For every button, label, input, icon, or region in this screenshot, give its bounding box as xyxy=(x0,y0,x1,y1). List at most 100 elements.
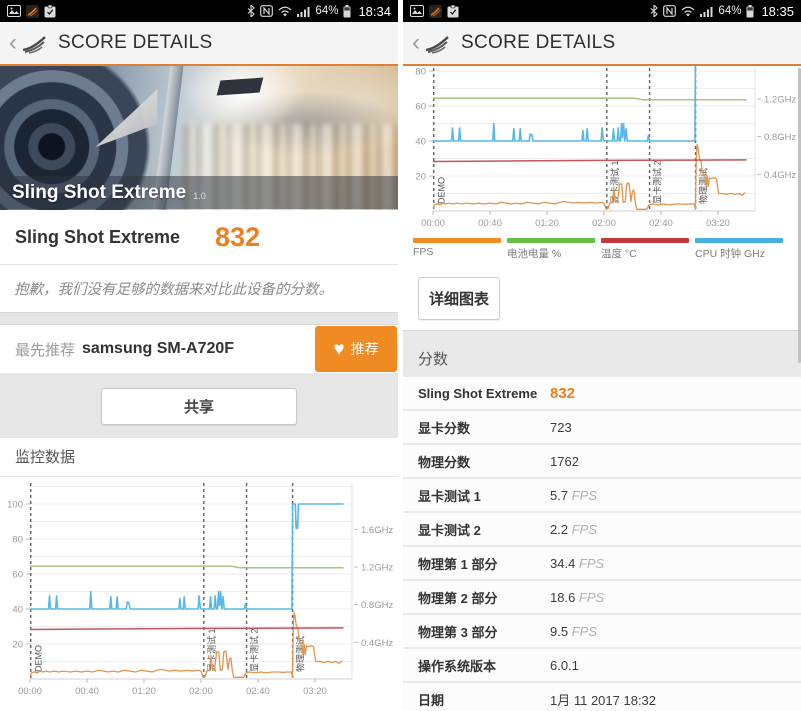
svg-text:00:00: 00:00 xyxy=(421,218,445,229)
share-button[interactable]: 共享 xyxy=(101,388,297,425)
battery-icon xyxy=(746,5,754,18)
row-label: Sling Shot Extreme xyxy=(403,386,537,401)
scores-section-header: 分数 xyxy=(403,330,801,377)
recommend-button-label: 推荐 xyxy=(351,339,379,359)
svg-text:显卡测试 2: 显卡测试 2 xyxy=(249,628,260,672)
row-value: 723 xyxy=(550,420,572,435)
svg-text:02:00: 02:00 xyxy=(592,218,616,229)
svg-text:20: 20 xyxy=(415,172,426,183)
wifi-icon xyxy=(681,6,695,17)
row-value: 5.7 FPS xyxy=(550,488,597,503)
app-header: ‹ SCORE DETAILS xyxy=(403,22,801,64)
clipboard-icon xyxy=(44,5,56,18)
recommend-device: samsung SM-A720F xyxy=(82,340,234,358)
legend-color-bar xyxy=(413,238,501,243)
notice-text: 抱歉，我们没有足够的数据来对比此设备的分数。 xyxy=(14,278,333,299)
svg-text:20: 20 xyxy=(12,640,23,651)
row-label: 物理第 2 部分 xyxy=(403,588,497,607)
row-label: 物理分数 xyxy=(403,452,470,471)
scores-section-title: 分数 xyxy=(418,351,448,368)
svg-text:40: 40 xyxy=(415,137,426,148)
monitoring-chart: 204060801000.4GHz0.8GHz1.2GHz1.6GHz00:00… xyxy=(0,477,398,705)
bluetooth-icon xyxy=(650,5,658,17)
svg-text:DEMO: DEMO xyxy=(437,177,447,204)
svg-text:00:40: 00:40 xyxy=(75,686,99,697)
svg-text:0.4GHz: 0.4GHz xyxy=(361,638,393,649)
row-value: 1762 xyxy=(550,454,579,469)
section-divider xyxy=(0,312,398,325)
recommend-button[interactable]: ♥ 推荐 xyxy=(315,326,397,372)
svg-text:DEMO: DEMO xyxy=(34,645,44,672)
row-label: 显卡分数 xyxy=(403,418,470,437)
svg-text:01:20: 01:20 xyxy=(535,218,559,229)
table-row: 物理分数 1762 xyxy=(403,445,801,477)
row-label: 显卡测试 1 xyxy=(403,486,481,505)
row-unit: FPS xyxy=(568,488,597,503)
monitoring-chart: 204060800.4GHz0.8GHz1.2GHz00:0000:4001:2… xyxy=(403,66,801,230)
no-comparison-notice: 抱歉，我们没有足够的数据来对比此设备的分数。 xyxy=(0,265,398,312)
svg-text:100: 100 xyxy=(7,500,23,511)
table-row: 操作系统版本6.0.1 xyxy=(403,649,801,681)
legend-color-bar xyxy=(601,238,689,243)
table-row: Sling Shot Extreme 832 xyxy=(403,377,801,409)
svg-text:01:20: 01:20 xyxy=(132,686,156,697)
monitor-section-title: 监控数据 xyxy=(0,438,398,477)
score-table: Sling Shot Extreme 832 显卡分数 723 物理分数 1762 显卡测试… xyxy=(403,377,801,711)
gallery-icon xyxy=(7,5,21,17)
back-icon[interactable]: ‹ xyxy=(412,31,420,55)
app-header: ‹ SCORE DETAILS xyxy=(0,22,398,64)
row-label: 物理第 3 部分 xyxy=(403,622,497,641)
back-icon[interactable]: ‹ xyxy=(9,31,17,55)
row-value: 34.4 FPS xyxy=(550,556,604,571)
svg-text:1.2GHz: 1.2GHz xyxy=(764,95,796,106)
threedmark-logo-icon xyxy=(21,33,48,54)
nfc-icon xyxy=(663,5,676,17)
detail-chart-row: 详细图表 xyxy=(403,266,801,330)
detail-chart-button[interactable]: 详细图表 xyxy=(418,277,500,320)
battery-icon xyxy=(343,5,351,18)
svg-text:1.6GHz: 1.6GHz xyxy=(361,525,393,536)
legend-item: 温度 °C xyxy=(601,238,689,266)
hero-image: Sling Shot Extreme 1.0 xyxy=(0,66,398,210)
hero-title-band: Sling Shot Extreme 1.0 xyxy=(0,176,398,209)
battery-percent: 64% xyxy=(315,5,338,17)
row-value: 2.2 FPS xyxy=(550,522,597,537)
battery-percent: 64% xyxy=(718,5,741,17)
status-bar: 64% 18:35 xyxy=(403,0,801,22)
table-row: 物理第 2 部分 18.6 FPS xyxy=(403,581,801,613)
svg-text:0.4GHz: 0.4GHz xyxy=(764,170,796,181)
row-label: 操作系统版本 xyxy=(403,656,496,675)
legend-item: 电池电量 % xyxy=(507,238,595,266)
svg-text:00:40: 00:40 xyxy=(478,218,502,229)
share-section: 共享 xyxy=(0,373,398,438)
legend-item: FPS xyxy=(413,238,501,266)
threedmark-icon xyxy=(26,5,39,18)
svg-text:60: 60 xyxy=(415,102,426,113)
hero-benchmark-version: 1.0 xyxy=(193,191,206,201)
hero-pyramid-art xyxy=(96,89,158,147)
table-row: 日期1月 11 2017 18:32 xyxy=(403,683,801,711)
page-title: SCORE DETAILS xyxy=(461,32,616,54)
row-value: 832 xyxy=(550,385,575,402)
svg-text:40: 40 xyxy=(12,605,23,616)
signal-icon xyxy=(297,6,310,17)
main-score-value: 832 xyxy=(215,222,260,253)
nfc-icon xyxy=(260,5,273,17)
legend-color-bar xyxy=(507,238,595,243)
legend-label: FPS xyxy=(413,246,501,258)
status-bar-clock: 18:35 xyxy=(761,4,794,19)
main-score-label: Sling Shot Extreme xyxy=(15,227,180,248)
row-unit: FPS xyxy=(575,556,604,571)
svg-text:0.8GHz: 0.8GHz xyxy=(764,132,796,143)
row-value: 9.5 FPS xyxy=(550,624,597,639)
clipboard-icon xyxy=(447,5,459,18)
svg-text:02:00: 02:00 xyxy=(189,686,213,697)
svg-text:02:40: 02:40 xyxy=(246,686,270,697)
row-label: 物理第 1 部分 xyxy=(403,554,497,573)
svg-text:1.2GHz: 1.2GHz xyxy=(361,563,393,574)
threedmark-icon xyxy=(429,5,442,18)
row-value: 18.6 FPS xyxy=(550,590,604,605)
table-row: 物理第 1 部分 34.4 FPS xyxy=(403,547,801,579)
svg-text:00:00: 00:00 xyxy=(18,686,42,697)
heart-icon: ♥ xyxy=(333,340,344,359)
